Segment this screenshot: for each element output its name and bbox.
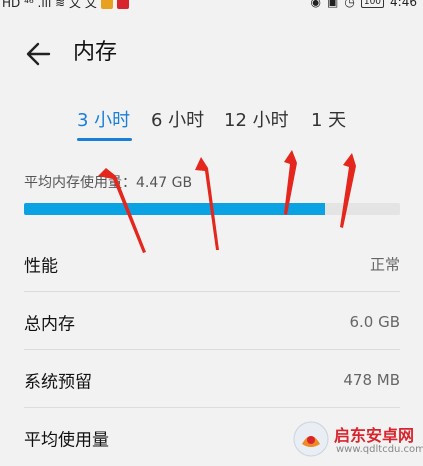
watermark-logo-icon <box>293 421 329 457</box>
row-value: 6.0 GB <box>349 312 400 331</box>
row-label: 性能 <box>24 256 58 276</box>
row-label: 平均使用量 <box>24 430 109 450</box>
watermark: 启东安卓网 www.qdltcdu.com <box>292 418 423 462</box>
tab-3-hours[interactable]: 3 小时 <box>77 108 130 134</box>
tab-1-day[interactable]: 1 天 <box>311 108 346 134</box>
notification-icon <box>116 0 129 9</box>
nfc-icon: ▣ <box>327 0 339 9</box>
battery-icon: 100 <box>360 0 385 8</box>
row-total-memory: 总内存 6.0 GB <box>24 293 400 350</box>
memory-usage-bar <box>24 203 400 215</box>
memory-usage-fill <box>24 203 325 215</box>
status-bar-left: HD ⁴⁶ .ıll ≋ 文 文 <box>2 0 129 11</box>
divider <box>24 349 400 350</box>
status-bar: HD ⁴⁶ .ıll ≋ 文 文 ◉ ▣ ◷ 100 4:46 <box>0 0 423 12</box>
clock-time: 4:46 <box>390 0 417 9</box>
time-range-tabs: 3 小时 6 小时 12 小时 1 天 <box>0 108 423 140</box>
active-tab-indicator <box>77 138 132 141</box>
annotation-arrow <box>340 153 356 228</box>
row-value: 478 MB <box>343 370 400 389</box>
status-bar-right: ◉ ▣ ◷ 100 4:46 <box>311 0 417 9</box>
arrow-left-icon <box>26 42 51 66</box>
row-performance: 性能 正常 <box>24 235 400 292</box>
back-button[interactable] <box>22 36 58 72</box>
row-label: 系统预留 <box>24 372 92 392</box>
watermark-name: 启东安卓网 <box>334 426 415 445</box>
divider <box>24 291 400 292</box>
eye-icon: ◉ <box>310 0 322 9</box>
status-text: HD ⁴⁶ .ıll ≋ 文 文 <box>2 0 97 10</box>
notification-icon <box>100 0 113 9</box>
alarm-icon: ◷ <box>344 0 355 9</box>
average-memory-label: 平均内存使用量：4.47 GB <box>24 175 193 191</box>
page-title: 内存 <box>73 40 118 65</box>
watermark-url: www.qdltcdu.com <box>336 444 423 455</box>
tab-6-hours[interactable]: 6 小时 <box>151 108 204 134</box>
row-value: 正常 <box>369 255 400 273</box>
row-system-reserved: 系统预留 478 MB <box>24 351 400 408</box>
row-label: 总内存 <box>24 314 75 334</box>
divider <box>24 407 400 408</box>
tab-12-hours[interactable]: 12 小时 <box>224 108 289 134</box>
